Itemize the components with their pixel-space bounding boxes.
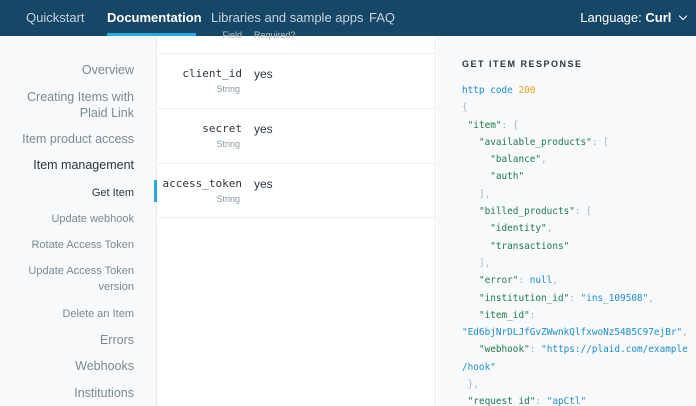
response-panel: GET ITEM RESPONSE http code 200 { "item"… [437,36,696,406]
json-string: "balance" [490,154,542,166]
sidebar: Overview Creating Items with Plaid Link … [0,36,157,406]
language-label: Language: [580,10,642,25]
param-type: String [216,84,240,94]
sidebar-item-errors[interactable]: Errors [100,332,134,348]
sidebar-item-product-access[interactable]: Item product access [22,131,134,147]
sidebar-item-rotate-token[interactable]: Rotate Access Token [31,237,134,253]
http-code: 200 [518,85,536,96]
json-key: "item_id" [478,309,530,321]
json-key: "item" [467,119,502,131]
param-name: access_token [162,177,242,190]
json-key: "available_products" [478,136,592,148]
sidebar-item-delete-item[interactable]: Delete an Item [62,306,134,322]
sidebar-active-marker [154,180,157,202]
nav-link-quickstart[interactable]: Quickstart [26,0,85,36]
json-string: "auth" [490,171,525,183]
response-title: GET ITEM RESPONSE [462,59,583,69]
table-header-row: Field Required? [158,30,436,54]
table-row: access_token String yes [158,164,436,218]
column-header-required: Required? [254,30,296,40]
json-string: /hook" [462,361,496,373]
json-string: "ins_109508" [580,292,649,304]
nav-link-documentation[interactable]: Documentation [107,0,202,36]
param-type: String [216,139,240,149]
json-string: "https://plaid.com/example [541,344,688,356]
sidebar-item-item-management[interactable]: Item management [33,157,134,173]
json-key: "request_id" [467,396,536,406]
param-type: String [216,194,240,204]
table-row: client_id String yes [158,54,436,109]
json-key: "webhook" [478,344,530,356]
param-name: client_id [182,67,242,80]
sidebar-item-institutions[interactable]: Institutions [74,385,134,401]
table-row: secret String yes [158,109,436,164]
sidebar-item-get-item[interactable]: Get Item [92,185,134,201]
response-code-block[interactable]: http code 200 { "item": { "available_pro… [462,82,688,406]
sidebar-item-overview[interactable]: Overview [82,62,134,78]
json-key: "institution_id" [478,292,570,304]
parameter-table: Field Required? client_id String yes sec… [158,30,436,406]
json-null: null [529,275,553,287]
json-string: "Ed6bjNrDLJfGvZWwnkQlfxwoNz54B5C97ejBr" [462,327,683,339]
sidebar-item-update-webhook[interactable]: Update webhook [51,211,134,227]
param-name: secret [202,122,242,135]
language-selector[interactable]: Language: Curl [580,0,688,36]
param-required: yes [254,67,273,81]
top-navigation: Quickstart Documentation Libraries and s… [0,0,696,36]
json-key: "error" [478,275,519,287]
column-header-field: Field [222,30,242,40]
chevron-down-icon [678,11,688,21]
nav-link-faq[interactable]: FAQ [369,0,395,36]
sidebar-item-webhooks[interactable]: Webhooks [75,358,134,374]
json-string: "identity" [490,223,547,235]
param-required: yes [254,122,273,136]
sidebar-item-creating-items[interactable]: Creating Items with Plaid Link [27,89,134,121]
json-string: "apCtl" [546,396,587,406]
json-string: "transactions" [490,240,570,252]
sidebar-item-update-token-version[interactable]: Update Access Token version [28,263,134,295]
language-value: Curl [645,10,672,25]
param-required: yes [254,177,273,191]
http-label: http code [462,85,513,96]
json-key: "billed_products" [478,206,575,218]
